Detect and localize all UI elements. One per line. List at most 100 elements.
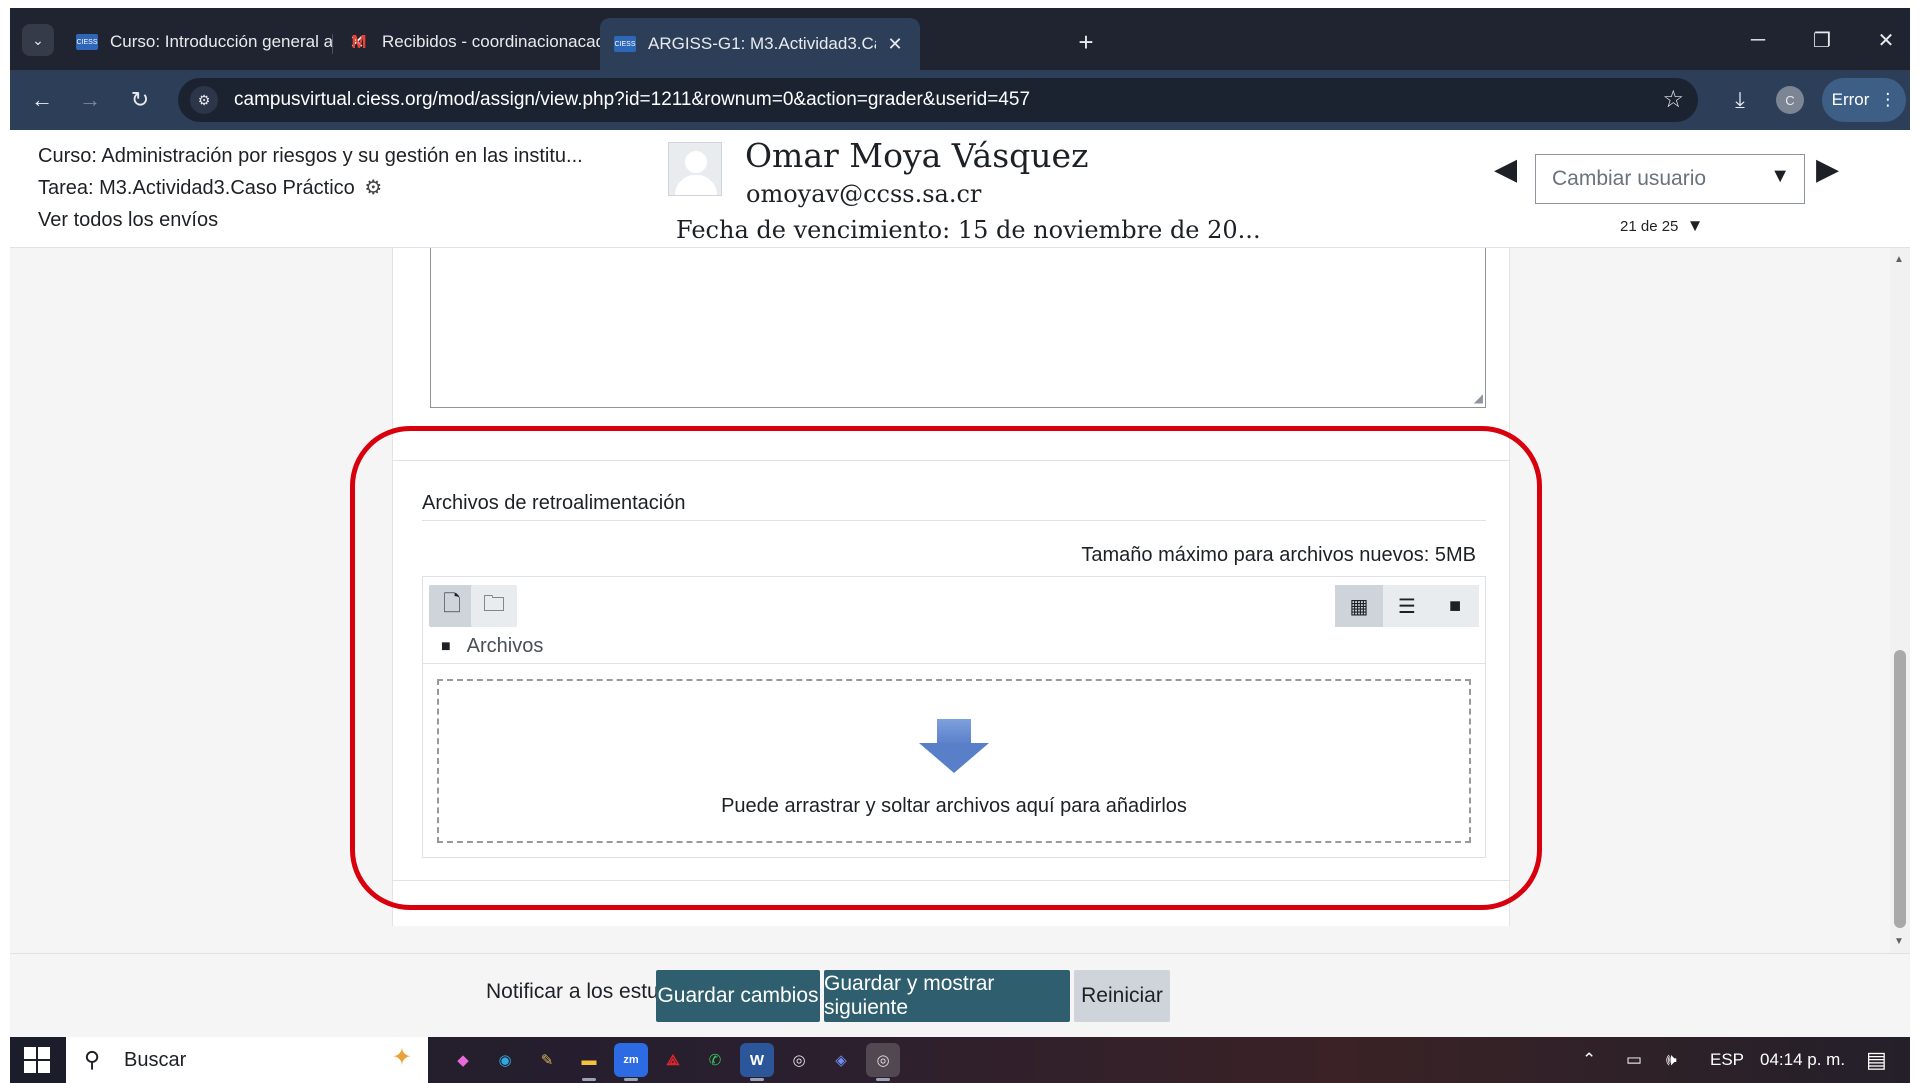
- course-link[interactable]: Curso: Administración por riesgos y su g…: [38, 145, 583, 167]
- grader-header: Curso: Administración por riesgos y su g…: [10, 130, 1910, 248]
- view-all-submissions-link[interactable]: Ver todos los envíos: [38, 209, 218, 231]
- scroll-down-icon[interactable]: ▼: [1894, 936, 1904, 947]
- file-drop-zone[interactable]: Puede arrastrar y soltar archivos aquí p…: [437, 679, 1471, 843]
- section-divider: [392, 460, 1510, 461]
- next-user-icon[interactable]: ▶: [1816, 152, 1839, 187]
- resize-handle-icon[interactable]: ◢: [1474, 391, 1483, 405]
- course-info: Curso: Administración por riesgos y su g…: [38, 140, 638, 236]
- url-text[interactable]: campusvirtual.ciess.org/mod/assign/view.…: [234, 89, 1030, 111]
- grading-action-bar: Notificar a los estudiantes ✓ ? Guardar …: [10, 953, 1910, 1037]
- tree-view-folder-icon[interactable]: ■: [1431, 585, 1479, 627]
- app-launcher-icon[interactable]: ◈: [824, 1043, 858, 1077]
- create-folder-icon[interactable]: 🗀: [471, 585, 517, 627]
- browser-tab-strip: ⌄ CIESS Curso: Introducción general a la…: [10, 8, 1910, 70]
- file-explorer-icon[interactable]: ▬: [572, 1043, 606, 1081]
- drop-instructions: Puede arrastrar y soltar archivos aquí p…: [721, 795, 1187, 817]
- error-menu-button[interactable]: Error ⋮: [1822, 78, 1906, 122]
- zoom-app-icon[interactable]: zm: [614, 1043, 648, 1081]
- tab-search-button[interactable]: ⌄: [22, 24, 54, 56]
- forward-arrow-icon[interactable]: →: [72, 84, 108, 116]
- close-icon[interactable]: ✕: [884, 34, 906, 55]
- tab-title: ARGISS-G1: M3.Actividad3.Caso: [648, 34, 876, 53]
- reload-icon[interactable]: ↻: [122, 84, 158, 116]
- path-label[interactable]: Archivos: [467, 635, 544, 658]
- scroll-up-icon[interactable]: ▲: [1894, 254, 1904, 265]
- gear-icon[interactable]: ⚙: [364, 177, 382, 199]
- minimize-icon[interactable]: ─: [1738, 24, 1778, 56]
- save-changes-button[interactable]: Guardar cambios: [656, 970, 820, 1022]
- tab-title: Recibidos - coordinacionacaden: [382, 32, 610, 51]
- reset-button[interactable]: Reiniciar: [1074, 970, 1170, 1022]
- ciess-favicon-icon: CIESS: [614, 36, 636, 52]
- list-view-icon[interactable]: ☰: [1383, 585, 1431, 627]
- notifications-icon[interactable]: ▤: [1866, 1037, 1887, 1083]
- path-divider: [423, 663, 1485, 664]
- windows-taskbar: ⚲ Buscar ✦ ◆ ◉ ✎ ▬ zm ⟁ ✆ W ◎ ◈ ◎ ⌃ ▭ 🕪 …: [10, 1037, 1910, 1083]
- taskbar-search[interactable]: ⚲ Buscar ✦: [66, 1037, 428, 1083]
- error-label: Error: [1831, 90, 1870, 109]
- ciess-favicon-icon: CIESS: [76, 34, 98, 50]
- scrollbar-thumb[interactable]: [1894, 650, 1906, 928]
- user-name[interactable]: Omar Moya Vásquez: [745, 136, 1088, 175]
- file-manager: 🗋 🗀 ▦ ☰ ■ ■ Archivos Puede arrastrar y s…: [422, 576, 1486, 858]
- page-scrollbar[interactable]: ▲ ▼: [1890, 248, 1910, 953]
- clock-time[interactable]: 04:14 p. m.: [1760, 1037, 1845, 1083]
- close-window-icon[interactable]: ✕: [1866, 24, 1906, 56]
- copilot-app-icon[interactable]: ◆: [446, 1043, 480, 1077]
- add-file-icon[interactable]: 🗋: [429, 585, 475, 627]
- avatar-body: [675, 175, 717, 195]
- change-user-placeholder: Cambiar usuario: [1552, 167, 1707, 190]
- feedback-files-title: Archivos de retroalimentación: [422, 492, 686, 514]
- volume-icon[interactable]: 🕪: [1666, 1037, 1677, 1083]
- drop-arrow-icon: [919, 719, 989, 775]
- due-date: Fecha de vencimiento: 15 de noviembre de…: [676, 216, 1261, 244]
- word-app-icon[interactable]: W: [740, 1043, 774, 1081]
- card-bottom-divider: [392, 880, 1510, 881]
- save-and-next-button[interactable]: Guardar y mostrar siguiente: [824, 970, 1070, 1022]
- edge-browser-icon[interactable]: ◉: [488, 1043, 522, 1077]
- download-icon[interactable]: ⤓: [1722, 84, 1758, 116]
- input-language[interactable]: ESP: [1710, 1037, 1744, 1083]
- user-email: omoyav@ccss.sa.cr: [746, 180, 982, 208]
- grid-view-icon[interactable]: ▦: [1335, 585, 1383, 627]
- windows-start-icon[interactable]: [24, 1047, 50, 1073]
- address-bar[interactable]: ⚙ campusvirtual.ciess.org/mod/assign/vie…: [178, 78, 1698, 122]
- restore-icon[interactable]: ❐: [1802, 24, 1842, 56]
- show-hidden-icons-chevron-icon[interactable]: ⌃: [1582, 1037, 1596, 1083]
- whatsapp-icon[interactable]: ✆: [698, 1043, 732, 1077]
- feedback-comment-editor[interactable]: ◢: [430, 248, 1486, 408]
- paint-app-icon[interactable]: ✎: [530, 1043, 564, 1077]
- title-underline: [422, 520, 1486, 521]
- user-count: 21 de 25 ▼: [1620, 216, 1703, 236]
- max-file-size: Tamaño máximo para archivos nuevos: 5MB: [1081, 544, 1476, 566]
- acrobat-reader-icon[interactable]: ⟁: [656, 1043, 690, 1077]
- new-tab-button[interactable]: +: [1070, 26, 1102, 58]
- user-count-text: 21 de 25: [1620, 218, 1679, 235]
- network-icon[interactable]: ▭: [1626, 1037, 1642, 1083]
- change-user-select[interactable]: Cambiar usuario ▼: [1535, 154, 1805, 204]
- task-link[interactable]: Tarea: M3.Actividad3.Caso Práctico: [38, 177, 355, 199]
- folder-icon: ■: [441, 637, 451, 655]
- previous-user-icon[interactable]: ◀: [1494, 152, 1517, 187]
- chrome-browser-icon[interactable]: ◎: [782, 1043, 816, 1077]
- tab-divider: [332, 34, 333, 54]
- bookmark-star-icon[interactable]: ☆: [1662, 85, 1684, 114]
- grading-content: ◢ Archivos de retroalimentación Tamaño m…: [10, 248, 1890, 953]
- tab-title: Curso: Introducción general a la: [110, 32, 338, 51]
- file-path-breadcrumb: ■ Archivos: [441, 635, 543, 658]
- search-icon: ⚲: [84, 1047, 101, 1072]
- kebab-menu-icon: ⋮: [1879, 90, 1897, 109]
- view-mode-toggle: ▦ ☰ ■: [1335, 585, 1479, 627]
- profile-avatar[interactable]: C: [1776, 86, 1804, 114]
- browser-toolbar: ← → ↻ ⚙ campusvirtual.ciess.org/mod/assi…: [10, 70, 1910, 130]
- site-info-icon[interactable]: ⚙: [190, 86, 218, 114]
- copilot-sparkle-icon: ✦: [391, 1044, 412, 1071]
- tab-argiss-actividad[interactable]: CIESS ARGISS-G1: M3.Actividad3.Caso ✕: [600, 18, 920, 70]
- filter-icon[interactable]: ▼: [1687, 216, 1704, 235]
- chrome-active-window-icon[interactable]: ◎: [866, 1043, 900, 1081]
- search-label: Buscar: [124, 1049, 187, 1071]
- back-arrow-icon[interactable]: ←: [24, 84, 60, 116]
- gmail-favicon-icon: M: [351, 31, 367, 52]
- user-avatar: [668, 142, 722, 196]
- dropdown-caret-icon: ▼: [1770, 165, 1790, 187]
